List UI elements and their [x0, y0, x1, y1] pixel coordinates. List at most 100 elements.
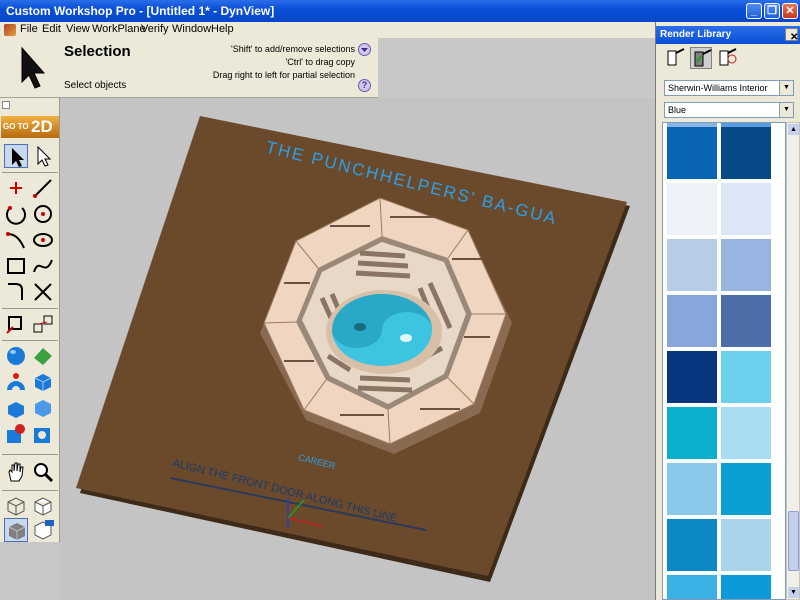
blend-tool[interactable] [31, 396, 55, 420]
color-swatch[interactable] [721, 127, 771, 179]
color-swatch[interactable] [721, 351, 771, 403]
shaded-cube-icon [8, 523, 26, 540]
curve-tool[interactable] [4, 228, 28, 252]
line-tool[interactable] [31, 176, 55, 200]
render-library-close-button[interactable]: ✕ [785, 28, 798, 43]
view-shaded-tool[interactable] [4, 518, 28, 542]
color-swatch[interactable] [667, 351, 717, 403]
color-swatch[interactable] [721, 463, 771, 515]
fillet-tool[interactable] [4, 280, 28, 304]
window-title: Custom Workshop Pro - [Untitled 1* - Dyn… [6, 4, 275, 18]
panel-title: Selection [64, 43, 131, 60]
ellipse-icon [33, 233, 53, 247]
color-swatch[interactable] [667, 183, 717, 235]
viewport-canvas[interactable]: THE PUNCHHELPERS' BA-GUA CAREER ALIGN TH… [60, 98, 655, 600]
select-tool[interactable] [4, 144, 28, 168]
view-hidden-tool[interactable] [31, 494, 55, 518]
color-swatch[interactable] [721, 575, 771, 599]
color-swatch[interactable] [721, 183, 771, 235]
color-swatch[interactable] [721, 239, 771, 291]
pan-tool[interactable] [4, 460, 28, 484]
menu-bar: File Edit View WorkPlane Verify Window H… [0, 22, 655, 38]
surface-tool[interactable] [31, 344, 55, 368]
color-swatch[interactable] [667, 463, 717, 515]
render-library-panel: Render Library ✕ Sherwin-Williams Interi… [655, 22, 800, 600]
view-render-tool[interactable] [31, 518, 55, 542]
hints-expand-button[interactable] [358, 43, 371, 56]
spline-icon [33, 259, 53, 273]
scroll-up-icon[interactable]: ▲ [788, 124, 799, 135]
color-swatch-grid [662, 122, 786, 600]
chevron-down-icon [361, 48, 368, 52]
select-arrow-icon [21, 46, 46, 89]
hint-ctrl: 'Ctrl' to drag copy [285, 57, 355, 67]
swatch-scrollbar[interactable]: ▲ ▼ [786, 122, 800, 600]
extrude-tool[interactable] [4, 396, 28, 420]
menu-window[interactable]: Window [172, 23, 211, 35]
color-swatch[interactable] [667, 407, 717, 459]
rectangle-icon [7, 258, 25, 274]
color-swatch[interactable] [667, 295, 717, 347]
menu-view[interactable]: View [66, 23, 90, 35]
arc-tool[interactable] [4, 202, 28, 226]
ellipse-tool[interactable] [31, 228, 55, 252]
hand-icon [8, 462, 24, 482]
palette-dropdown[interactable]: Sherwin-Williams Interior ▼ [664, 80, 794, 96]
goto-2d-button[interactable]: GO TO 2D [1, 116, 59, 138]
color-swatch[interactable] [721, 407, 771, 459]
scroll-down-icon[interactable]: ▼ [788, 587, 799, 598]
partial-select-tool[interactable] [31, 144, 55, 168]
view-wireframe-tool[interactable] [4, 494, 28, 518]
color-swatch[interactable] [721, 519, 771, 571]
close-button[interactable]: ✕ [782, 3, 798, 19]
paint-bucket-button[interactable] [664, 47, 686, 69]
menu-workplane[interactable]: WorkPlane [92, 23, 146, 35]
texture-button[interactable] [716, 47, 738, 69]
close-icon: ✕ [785, 5, 795, 17]
material-button[interactable] [690, 47, 712, 69]
goto-label: GO TO [3, 122, 29, 131]
title-bar: Custom Workshop Pro - [Untitled 1* - Dyn… [0, 0, 800, 22]
array-tool[interactable] [31, 312, 55, 336]
sphere-tool[interactable] [4, 344, 28, 368]
help-button[interactable]: ? [358, 79, 371, 92]
scroll-thumb[interactable] [788, 511, 799, 571]
color-swatch[interactable] [667, 127, 717, 179]
color-family-value: Blue [668, 105, 687, 115]
color-swatch[interactable] [667, 239, 717, 291]
app-icon[interactable] [4, 24, 16, 36]
color-family-dropdown[interactable]: Blue ▼ [664, 102, 794, 118]
box-tool[interactable] [31, 370, 55, 394]
boolean-add-tool[interactable] [4, 422, 28, 446]
color-swatch[interactable] [667, 519, 717, 571]
menu-verify[interactable]: Verify [141, 23, 169, 35]
toolbar-grip[interactable] [2, 101, 10, 109]
wireframe-cube-icon [7, 497, 25, 516]
minimize-button[interactable]: _ [746, 3, 762, 19]
spline-tool[interactable] [31, 254, 55, 278]
revolve-tool[interactable] [4, 370, 28, 394]
yin-dot [354, 323, 366, 331]
line-icon [33, 179, 52, 198]
menu-file[interactable]: File [20, 23, 38, 35]
magnifier-icon [34, 463, 54, 483]
cube-icon [34, 374, 52, 391]
color-swatch[interactable] [667, 575, 717, 599]
rectangle-tool[interactable] [4, 254, 28, 278]
transform-tool[interactable] [4, 312, 28, 336]
left-toolbar: GO TO 2D [0, 98, 60, 542]
trim-tool[interactable] [31, 280, 55, 304]
circle-tool[interactable] [31, 202, 55, 226]
boolean-subtract-tool[interactable] [31, 422, 55, 446]
maximize-button[interactable]: ❐ [764, 3, 780, 19]
paint-icon [667, 48, 685, 66]
point-tool[interactable] [4, 176, 28, 200]
zoom-tool[interactable] [31, 460, 55, 484]
menu-help[interactable]: Help [211, 23, 234, 35]
material-icon [694, 49, 712, 67]
3d-viewport[interactable]: THE PUNCHHELPERS' BA-GUA CAREER ALIGN TH… [60, 98, 655, 600]
palette-value: Sherwin-Williams Interior [668, 83, 768, 93]
color-swatch[interactable] [721, 295, 771, 347]
menu-edit[interactable]: Edit [42, 23, 61, 35]
restore-icon: ❐ [767, 5, 777, 17]
